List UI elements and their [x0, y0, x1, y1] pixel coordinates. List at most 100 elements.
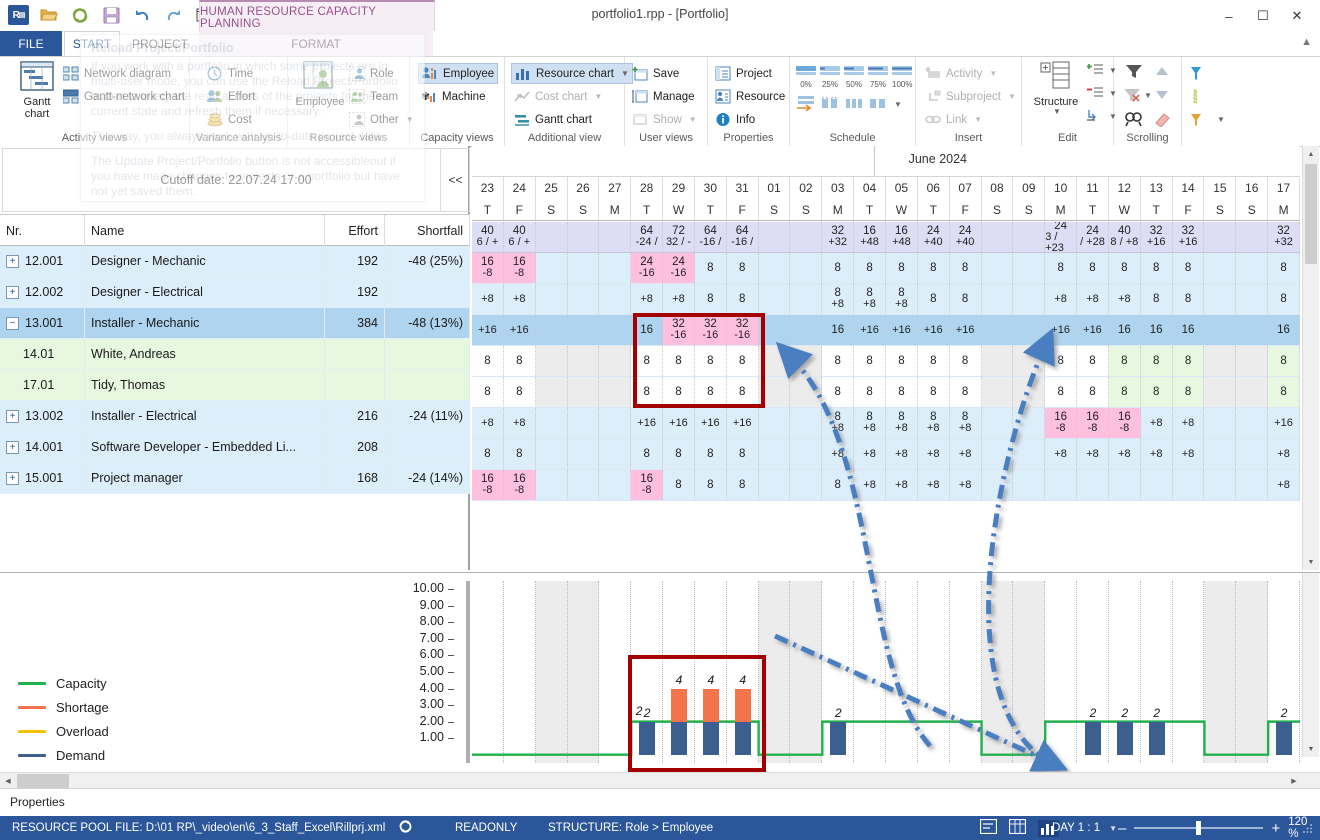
- grid-cell[interactable]: +16: [1077, 315, 1109, 345]
- resize-grip-icon[interactable]: [1302, 816, 1314, 840]
- grid-cell[interactable]: [1204, 470, 1237, 500]
- grid-cell[interactable]: [535, 377, 568, 407]
- schedule-0-button[interactable]: 0%: [796, 65, 816, 89]
- chevron-down-icon[interactable]: ▼: [974, 115, 982, 124]
- grid-cell[interactable]: [599, 315, 632, 345]
- cost-button[interactable]: Cost: [204, 109, 255, 130]
- grid-cell[interactable]: 8: [727, 439, 759, 469]
- hscroll-thumb[interactable]: [17, 774, 69, 788]
- grid-cell[interactable]: 8: [727, 470, 759, 500]
- grid-cell[interactable]: +8: [472, 284, 504, 314]
- grid-cell[interactable]: +8: [1141, 408, 1173, 438]
- grid-cell[interactable]: [1236, 346, 1269, 376]
- zoom-out-button[interactable]: –: [1118, 820, 1126, 837]
- grid-cell[interactable]: [790, 284, 823, 314]
- grid-cell[interactable]: [1236, 253, 1269, 283]
- grid-cell[interactable]: 8: [1172, 346, 1205, 376]
- table-row[interactable]: +12.001 Designer - Mechanic 192 -48 (25%): [0, 246, 470, 277]
- project-properties-button[interactable]: Project: [712, 63, 775, 84]
- grid-cell[interactable]: 8: [1045, 346, 1078, 376]
- outline-indent-button[interactable]: ▼: [1086, 109, 1117, 123]
- schedule-100-button[interactable]: 100%: [892, 65, 912, 89]
- grid-cell[interactable]: +8: [663, 284, 695, 314]
- grid-cell[interactable]: +16: [472, 315, 504, 345]
- grid-cell[interactable]: 32 -16: [663, 315, 695, 345]
- grid-cell[interactable]: +8: [1077, 439, 1109, 469]
- tab-file[interactable]: FILE: [0, 31, 62, 56]
- collapse-columns-button[interactable]: <<: [440, 148, 470, 212]
- grid-cell[interactable]: 8: [1140, 346, 1173, 376]
- grid-cell[interactable]: 8: [1141, 253, 1173, 283]
- grid-cell[interactable]: +8: [886, 470, 918, 500]
- grid-cell[interactable]: 16 -8: [472, 470, 504, 500]
- column-header-nr[interactable]: Nr.: [0, 215, 85, 246]
- grid-cell[interactable]: +8: [918, 470, 950, 500]
- zoom-track[interactable]: [1134, 821, 1264, 835]
- grid-cell[interactable]: [568, 284, 600, 314]
- view-list-icon[interactable]: [979, 818, 998, 837]
- grid-cell[interactable]: 8: [1108, 377, 1141, 407]
- grid-cell[interactable]: 8: [663, 439, 695, 469]
- grid-cell[interactable]: [1204, 284, 1237, 314]
- effort-button[interactable]: Effort: [204, 86, 258, 107]
- structure-button[interactable]: Structure ▼: [1026, 61, 1086, 116]
- chevron-down-icon[interactable]: ▼: [894, 100, 902, 109]
- grid-cell[interactable]: 8: [822, 377, 855, 407]
- grid-cell[interactable]: +8: [1045, 284, 1078, 314]
- employee-view-button[interactable]: Employee: [291, 61, 349, 108]
- insert-link-button[interactable]: Link ▼: [922, 109, 985, 130]
- grid-cell[interactable]: 32 -16: [726, 315, 759, 345]
- chevron-down-icon[interactable]: ▼: [1008, 92, 1016, 101]
- grid-cell[interactable]: [536, 439, 568, 469]
- grid-cell[interactable]: [982, 284, 1014, 314]
- grid-cell[interactable]: +16: [695, 408, 727, 438]
- grid-cell[interactable]: 8: [1268, 253, 1300, 283]
- grid-cell[interactable]: 8: [694, 377, 727, 407]
- grid-cell[interactable]: [1236, 284, 1269, 314]
- grid-cell[interactable]: 8: [917, 377, 950, 407]
- insert-activity-button[interactable]: Activity ▼: [922, 63, 1000, 84]
- grid-cell[interactable]: [1236, 408, 1269, 438]
- gantt-network-chart-button[interactable]: Gantt-network chart: [60, 86, 188, 107]
- grid-cell[interactable]: +16: [918, 315, 950, 345]
- grid-cell[interactable]: [599, 284, 632, 314]
- time-button[interactable]: Time: [204, 63, 256, 84]
- grid-cell[interactable]: +8: [854, 439, 886, 469]
- cost-chart-button[interactable]: Cost chart ▼: [511, 86, 605, 107]
- grid-cell[interactable]: +8: [1173, 408, 1205, 438]
- tab-start[interactable]: START: [64, 31, 120, 56]
- grid-cell[interactable]: [1013, 253, 1046, 283]
- hscroll-right-arrow[interactable]: ▶: [1286, 773, 1302, 789]
- grid-cell[interactable]: 8: [631, 439, 664, 469]
- grid-cell[interactable]: [1236, 315, 1269, 345]
- grid-cell[interactable]: +16: [854, 315, 886, 345]
- column-header-shortfall[interactable]: Shortfall: [385, 215, 470, 246]
- grid-cell[interactable]: 8: [1268, 377, 1300, 407]
- grid-cell[interactable]: 8: [918, 253, 950, 283]
- grid-cell[interactable]: 8: [854, 253, 886, 283]
- grid-cell[interactable]: [790, 439, 823, 469]
- grid-cell[interactable]: 16: [1141, 315, 1173, 345]
- gantt-chart-small-button[interactable]: Gantt chart: [511, 109, 595, 130]
- grid-cell[interactable]: [599, 408, 632, 438]
- grid-cell[interactable]: 8: [886, 346, 918, 376]
- filter-clear-button[interactable]: ▼: [1122, 87, 1152, 104]
- chevron-down-icon[interactable]: ▼: [689, 115, 697, 124]
- grid-cell[interactable]: [1236, 439, 1269, 469]
- schedule-level-icon[interactable]: [820, 95, 840, 114]
- grid-cell[interactable]: 8 +8: [854, 284, 886, 314]
- grid-cell[interactable]: 32 -16: [694, 315, 727, 345]
- chevron-down-icon[interactable]: ▼: [1053, 107, 1061, 116]
- grid-cell[interactable]: 16 -8: [503, 470, 536, 500]
- grid-cell[interactable]: 8: [503, 377, 536, 407]
- grid-cell[interactable]: 8: [918, 284, 950, 314]
- grid-cell[interactable]: +16: [727, 408, 759, 438]
- grid-cell[interactable]: [567, 346, 600, 376]
- grid-cell[interactable]: [599, 377, 632, 407]
- schedule-75-button[interactable]: 75%: [868, 65, 888, 89]
- grid-cell[interactable]: 8: [1108, 346, 1141, 376]
- grid-cell[interactable]: [790, 408, 823, 438]
- hscroll-left-arrow[interactable]: ◀: [0, 773, 16, 789]
- resource-chart-button[interactable]: Resource chart ▼: [511, 63, 633, 84]
- grid-cell[interactable]: +8: [472, 408, 504, 438]
